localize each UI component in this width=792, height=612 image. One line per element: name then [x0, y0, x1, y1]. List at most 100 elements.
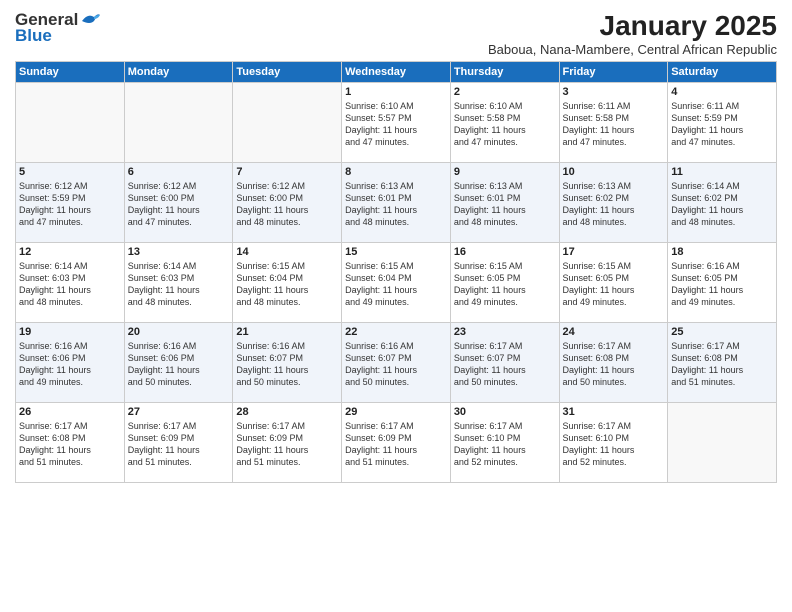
day-info: Sunrise: 6:17 AMSunset: 6:09 PMDaylight:… — [236, 420, 338, 469]
day-info: Sunrise: 6:15 AMSunset: 6:05 PMDaylight:… — [454, 260, 556, 309]
table-row: 5 Sunrise: 6:12 AMSunset: 5:59 PMDaylight… — [16, 163, 125, 243]
col-friday: Friday — [559, 62, 668, 83]
day-number: 10 — [563, 166, 665, 178]
table-row: 1 Sunrise: 6:10 AMSunset: 5:57 PMDaylight… — [342, 83, 451, 163]
day-info: Sunrise: 6:17 AMSunset: 6:08 PMDaylight:… — [671, 340, 773, 389]
day-number: 30 — [454, 406, 556, 418]
day-number: 12 — [19, 246, 121, 258]
day-number: 18 — [671, 246, 773, 258]
day-info: Sunrise: 6:12 AMSunset: 5:59 PMDaylight:… — [19, 180, 121, 229]
header: General Blue January 2025 Baboua, Nana-M… — [15, 10, 777, 57]
day-info: Sunrise: 6:16 AMSunset: 6:07 PMDaylight:… — [236, 340, 338, 389]
logo-bird-icon — [80, 11, 102, 29]
calendar-week-row: 19 Sunrise: 6:16 AMSunset: 6:06 PMDayligh… — [16, 323, 777, 403]
day-number: 16 — [454, 246, 556, 258]
day-number: 24 — [563, 326, 665, 338]
day-number: 1 — [345, 86, 447, 98]
day-info: Sunrise: 6:15 AMSunset: 6:04 PMDaylight:… — [345, 260, 447, 309]
col-tuesday: Tuesday — [233, 62, 342, 83]
day-info: Sunrise: 6:17 AMSunset: 6:07 PMDaylight:… — [454, 340, 556, 389]
table-row: 2Sunrise: 6:10 AMSunset: 5:58 PMDaylight… — [450, 83, 559, 163]
table-row: 29 Sunrise: 6:17 AMSunset: 6:09 PMDayligh… — [342, 403, 451, 483]
day-number: 20 — [128, 326, 230, 338]
calendar-week-row: 12 Sunrise: 6:14 AMSunset: 6:03 PMDayligh… — [16, 243, 777, 323]
table-row: 22Sunrise: 6:16 AMSunset: 6:07 PMDayligh… — [342, 323, 451, 403]
table-row: 20Sunrise: 6:16 AMSunset: 6:06 PMDayligh… — [124, 323, 233, 403]
day-number: 11 — [671, 166, 773, 178]
table-row — [16, 83, 125, 163]
table-row: 3 Sunrise: 6:11 AMSunset: 5:58 PMDaylight… — [559, 83, 668, 163]
table-row: 14 Sunrise: 6:15 AMSunset: 6:04 PMDayligh… — [233, 243, 342, 323]
day-number: 26 — [19, 406, 121, 418]
table-row: 15 Sunrise: 6:15 AMSunset: 6:04 PMDayligh… — [342, 243, 451, 323]
day-info: Sunrise: 6:16 AMSunset: 6:05 PMDaylight:… — [671, 260, 773, 309]
calendar-week-row: 26Sunrise: 6:17 AMSunset: 6:08 PMDayligh… — [16, 403, 777, 483]
table-row: 28 Sunrise: 6:17 AMSunset: 6:09 PMDayligh… — [233, 403, 342, 483]
table-row: 31 Sunrise: 6:17 AMSunset: 6:10 PMDayligh… — [559, 403, 668, 483]
day-number: 27 — [128, 406, 230, 418]
day-number: 14 — [236, 246, 338, 258]
table-row: 17 Sunrise: 6:15 AMSunset: 6:05 PMDayligh… — [559, 243, 668, 323]
day-number: 25 — [671, 326, 773, 338]
day-info: Sunrise: 6:17 AMSunset: 6:09 PMDaylight:… — [345, 420, 447, 469]
table-row: 25 Sunrise: 6:17 AMSunset: 6:08 PMDayligh… — [668, 323, 777, 403]
col-thursday: Thursday — [450, 62, 559, 83]
day-info: Sunrise: 6:17 AMSunset: 6:08 PMDaylight:… — [563, 340, 665, 389]
day-info: Sunrise: 6:13 AMSunset: 6:01 PMDaylight:… — [345, 180, 447, 229]
col-sunday: Sunday — [16, 62, 125, 83]
weekday-header-row: Sunday Monday Tuesday Wednesday Thursday… — [16, 62, 777, 83]
day-info: Sunrise: 6:17 AMSunset: 6:10 PMDaylight:… — [563, 420, 665, 469]
day-info: Sunrise: 6:15 AMSunset: 6:04 PMDaylight:… — [236, 260, 338, 309]
day-number: 15 — [345, 246, 447, 258]
table-row: 7 Sunrise: 6:12 AMSunset: 6:00 PMDaylight… — [233, 163, 342, 243]
table-row: 24 Sunrise: 6:17 AMSunset: 6:08 PMDayligh… — [559, 323, 668, 403]
day-info: Sunrise: 6:12 AMSunset: 6:00 PMDaylight:… — [236, 180, 338, 229]
day-number: 8 — [345, 166, 447, 178]
col-wednesday: Wednesday — [342, 62, 451, 83]
table-row: 30 Sunrise: 6:17 AMSunset: 6:10 PMDayligh… — [450, 403, 559, 483]
day-number: 31 — [563, 406, 665, 418]
title-section: January 2025 Baboua, Nana-Mambere, Centr… — [488, 10, 777, 57]
month-year-title: January 2025 — [488, 10, 777, 42]
day-info: Sunrise: 6:11 AMSunset: 5:59 PMDaylight:… — [671, 100, 773, 149]
table-row: 11Sunrise: 6:14 AMSunset: 6:02 PMDayligh… — [668, 163, 777, 243]
table-row: 8 Sunrise: 6:13 AMSunset: 6:01 PMDaylight… — [342, 163, 451, 243]
table-row: 6 Sunrise: 6:12 AMSunset: 6:00 PMDaylight… — [124, 163, 233, 243]
day-number: 22 — [345, 326, 447, 338]
logo: General Blue — [15, 10, 102, 46]
day-number: 5 — [19, 166, 121, 178]
table-row: 18 Sunrise: 6:16 AMSunset: 6:05 PMDayligh… — [668, 243, 777, 323]
table-row: 9 Sunrise: 6:13 AMSunset: 6:01 PMDaylight… — [450, 163, 559, 243]
day-number: 19 — [19, 326, 121, 338]
day-info: Sunrise: 6:15 AMSunset: 6:05 PMDaylight:… — [563, 260, 665, 309]
day-number: 7 — [236, 166, 338, 178]
logo-blue-text: Blue — [15, 26, 52, 46]
day-info: Sunrise: 6:10 AMSunset: 5:57 PMDaylight:… — [345, 100, 447, 149]
table-row: 21 Sunrise: 6:16 AMSunset: 6:07 PMDayligh… — [233, 323, 342, 403]
day-info: Sunrise: 6:13 AMSunset: 6:02 PMDaylight:… — [563, 180, 665, 229]
day-info: Sunrise: 6:14 AMSunset: 6:03 PMDaylight:… — [19, 260, 121, 309]
day-number: 29 — [345, 406, 447, 418]
col-saturday: Saturday — [668, 62, 777, 83]
day-info: Sunrise: 6:13 AMSunset: 6:01 PMDaylight:… — [454, 180, 556, 229]
day-number: 21 — [236, 326, 338, 338]
table-row — [233, 83, 342, 163]
day-info: Sunrise: 6:12 AMSunset: 6:00 PMDaylight:… — [128, 180, 230, 229]
location-text: Baboua, Nana-Mambere, Central African Re… — [488, 42, 777, 57]
table-row: 26Sunrise: 6:17 AMSunset: 6:08 PMDayligh… — [16, 403, 125, 483]
page: General Blue January 2025 Baboua, Nana-M… — [0, 0, 792, 612]
day-info: Sunrise: 6:14 AMSunset: 6:03 PMDaylight:… — [128, 260, 230, 309]
table-row: 10 Sunrise: 6:13 AMSunset: 6:02 PMDayligh… — [559, 163, 668, 243]
day-info: Sunrise: 6:17 AMSunset: 6:10 PMDaylight:… — [454, 420, 556, 469]
day-number: 6 — [128, 166, 230, 178]
day-info: Sunrise: 6:11 AMSunset: 5:58 PMDaylight:… — [563, 100, 665, 149]
day-number: 17 — [563, 246, 665, 258]
table-row — [668, 403, 777, 483]
day-number: 2 — [454, 86, 556, 98]
table-row: 13Sunrise: 6:14 AMSunset: 6:03 PMDayligh… — [124, 243, 233, 323]
day-number: 3 — [563, 86, 665, 98]
day-number: 28 — [236, 406, 338, 418]
col-monday: Monday — [124, 62, 233, 83]
day-number: 9 — [454, 166, 556, 178]
day-info: Sunrise: 6:16 AMSunset: 6:06 PMDaylight:… — [19, 340, 121, 389]
